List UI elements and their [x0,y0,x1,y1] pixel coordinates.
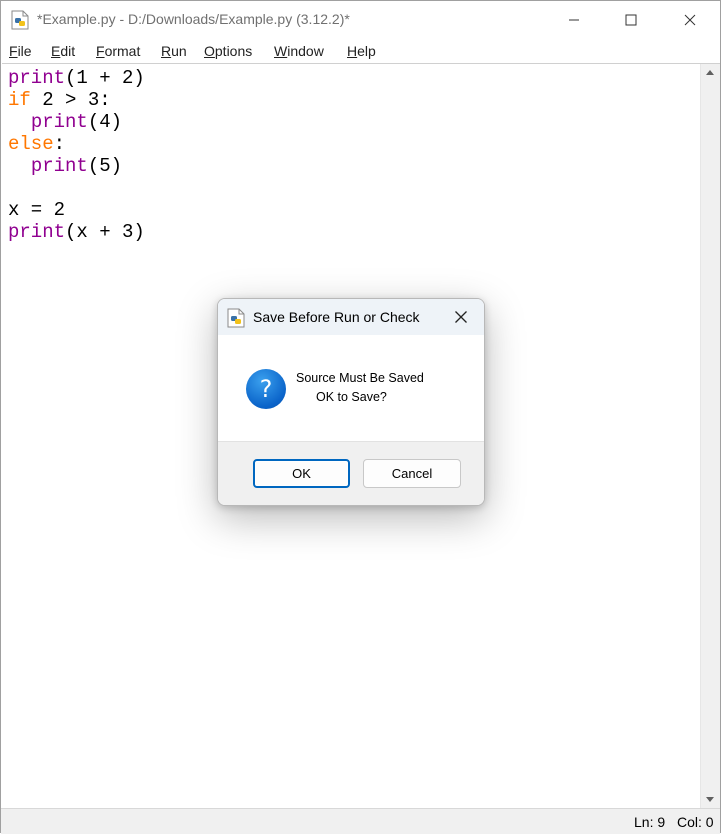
dialog-title: Save Before Run or Check [253,309,420,325]
keyword-token: if [8,89,31,111]
code-token: (4) [87,111,123,133]
window-title: *Example.py - D:/Downloads/Example.py (3… [37,11,350,27]
column-number: Col: 0 [677,814,714,830]
dialog-close-button[interactable] [448,305,474,329]
save-before-run-dialog: Save Before Run or Check ? Source Must B… [217,298,485,506]
code-token: (5) [87,155,123,177]
maximize-button[interactable] [602,1,660,39]
code-token: (x + 3) [65,221,145,243]
code-token: : [53,133,66,155]
code-token: 2 > 3: [30,89,111,111]
menu-format[interactable]: Format [96,43,140,59]
maximize-icon [625,14,637,26]
status-bar: Ln: 9 Col: 0 [1,808,720,834]
menu-run[interactable]: Run [161,43,187,59]
menu-window[interactable]: Window [274,43,324,59]
code-line: print(5) [8,155,122,177]
python-file-icon [11,10,29,30]
dialog-button-row: OK Cancel [218,441,484,505]
cancel-button[interactable]: Cancel [363,459,461,488]
menu-edit[interactable]: Edit [51,43,75,59]
code-line: print(4) [8,111,122,133]
title-bar[interactable]: *Example.py - D:/Downloads/Example.py (3… [1,1,720,39]
ok-button[interactable]: OK [253,459,350,488]
builtin-token: print [30,111,88,133]
dialog-message-line-1: Source Must Be Saved [296,371,424,385]
minimize-icon [569,19,579,21]
line-number: Ln: 9 [634,814,666,830]
vertical-scrollbar[interactable] [700,64,720,808]
dialog-title-bar[interactable]: Save Before Run or Check [218,299,484,335]
code-line: x = 2 [8,199,65,221]
close-icon [455,311,467,323]
code-line: print(x + 3) [8,221,145,243]
scroll-up-arrow-icon[interactable] [706,70,714,75]
scroll-down-arrow-icon[interactable] [706,797,714,802]
keyword-token: else [8,133,54,155]
code-token: (1 + 2) [65,67,145,89]
menu-bar: File Edit Format Run Options Window Help [1,40,720,62]
menu-options[interactable]: Options [204,43,252,59]
menu-help[interactable]: Help [347,43,376,59]
minimize-button[interactable] [545,1,603,39]
builtin-token: print [8,67,66,89]
close-icon [684,14,696,26]
code-line: if 2 > 3: [8,89,111,111]
builtin-token: print [8,221,66,243]
dialog-body: ? Source Must Be Saved OK to Save? [218,335,484,441]
code-token: x = 2 [8,199,66,221]
code-line: print(1 + 2) [8,67,145,89]
menu-file[interactable]: File [9,43,32,59]
close-button[interactable] [661,1,719,39]
question-icon: ? [246,369,286,409]
builtin-token: print [30,155,88,177]
code-line: else: [8,133,65,155]
python-file-icon [227,308,245,328]
dialog-message-line-2: OK to Save? [316,390,387,404]
